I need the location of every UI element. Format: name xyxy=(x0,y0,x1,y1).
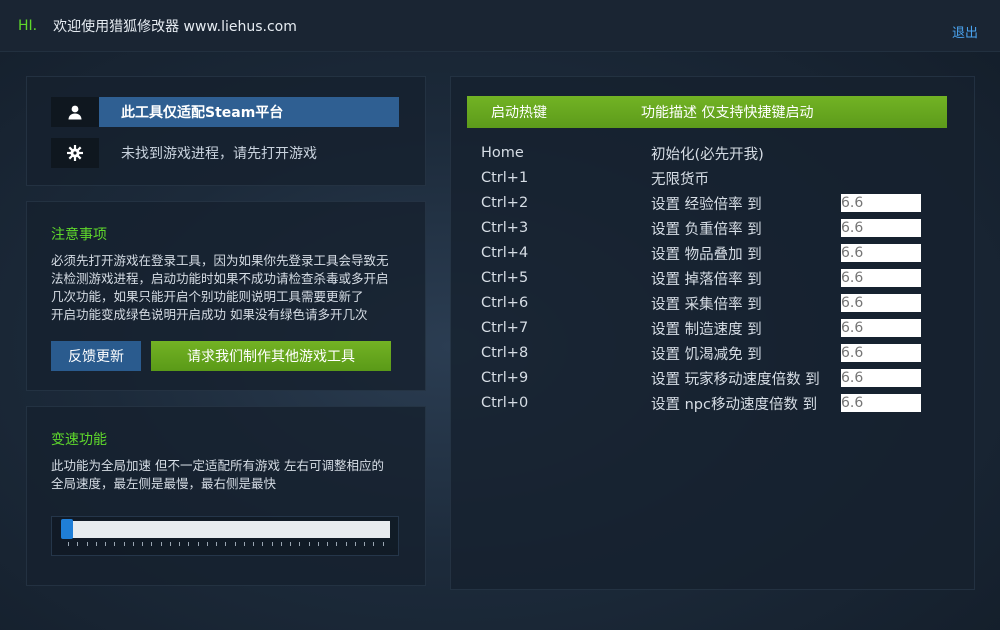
process-row: 未找到游戏进程，请先打开游戏 xyxy=(51,138,317,168)
header-description: 功能描述 仅支持快捷键启动 xyxy=(641,105,814,121)
hotkey-table-header: 启动热键 功能描述 仅支持快捷键启动 xyxy=(467,96,947,128)
notice-line: 必须先打开游戏在登录工具，因为如果你先登录工具会导致无 xyxy=(51,253,389,268)
user-icon xyxy=(51,97,99,127)
multiplier-input[interactable] xyxy=(841,394,921,412)
hotkey-row: Ctrl+0 设置 npc移动速度倍数 到 xyxy=(481,393,921,413)
multiplier-input[interactable] xyxy=(841,244,921,262)
hotkey-key: Ctrl+7 xyxy=(481,320,529,336)
notice-panel: 注意事项 必须先打开游戏在登录工具，因为如果你先登录工具会导致无 法检测游戏进程… xyxy=(26,201,426,391)
hotkey-description: 设置 物品叠加 到 xyxy=(651,246,762,263)
hotkey-key: Ctrl+6 xyxy=(481,295,529,311)
slider-track[interactable] xyxy=(62,521,390,538)
feedback-button[interactable]: 反馈更新 xyxy=(51,341,141,371)
speed-text: 此功能为全局加速 但不一定适配所有游戏 左右可调整相应的 全局速度，最左侧是最慢… xyxy=(51,457,411,493)
hotkey-description: 无限货币 xyxy=(651,171,709,188)
hotkey-key: Ctrl+0 xyxy=(481,395,529,411)
hotkey-description: 设置 玩家移动速度倍数 到 xyxy=(651,371,820,388)
multiplier-input[interactable] xyxy=(841,294,921,312)
hotkey-row: Home 初始化(必先开我) xyxy=(481,143,841,163)
hotkey-description: 设置 npc移动速度倍数 到 xyxy=(651,396,818,413)
notice-line: 几次功能，如果只能开启个别功能则说明工具需要更新了 xyxy=(51,289,364,304)
hotkey-description: 设置 掉落倍率 到 xyxy=(651,271,762,288)
title-bar: HI. 欢迎使用猎狐修改器 www.liehus.com 退出 xyxy=(0,0,1000,52)
hotkey-row: Ctrl+4 设置 物品叠加 到 xyxy=(481,243,921,263)
hotkey-description: 设置 采集倍率 到 xyxy=(651,296,762,313)
hotkey-row: Ctrl+1 无限货币 xyxy=(481,168,841,188)
hotkey-description: 设置 经验倍率 到 xyxy=(651,196,762,213)
speed-panel: 变速功能 此功能为全局加速 但不一定适配所有游戏 左右可调整相应的 全局速度，最… xyxy=(26,406,426,586)
multiplier-input[interactable] xyxy=(841,369,921,387)
hotkey-row: Ctrl+3 设置 负重倍率 到 xyxy=(481,218,921,238)
platform-label: 此工具仅适配Steam平台 xyxy=(99,97,399,127)
hotkey-row: Ctrl+9 设置 玩家移动速度倍数 到 xyxy=(481,368,921,388)
slider-thumb[interactable] xyxy=(61,519,73,539)
logout-link[interactable]: 退出 xyxy=(952,22,978,41)
notice-title: 注意事项 xyxy=(51,227,107,243)
hotkey-key: Ctrl+9 xyxy=(481,370,529,386)
multiplier-input[interactable] xyxy=(841,219,921,237)
hotkey-description: 设置 负重倍率 到 xyxy=(651,221,762,238)
hotkey-row: Ctrl+7 设置 制造速度 到 xyxy=(481,318,921,338)
hotkey-row: Ctrl+8 设置 饥渴减免 到 xyxy=(481,343,921,363)
notice-text: 必须先打开游戏在登录工具，因为如果你先登录工具会导致无 法检测游戏进程，启动功能… xyxy=(51,252,411,324)
slider-ticks xyxy=(68,542,384,548)
notice-line: 法检测游戏进程，启动功能时如果不成功请检查杀毒或多开启 xyxy=(51,271,389,286)
gear-icon xyxy=(51,138,99,168)
multiplier-input[interactable] xyxy=(841,194,921,212)
speed-line: 全局速度，最左侧是最慢，最右侧是最快 xyxy=(51,476,277,491)
speed-line: 此功能为全局加速 但不一定适配所有游戏 左右可调整相应的 xyxy=(51,458,384,473)
hotkey-row: Ctrl+6 设置 采集倍率 到 xyxy=(481,293,921,313)
multiplier-input[interactable] xyxy=(841,319,921,337)
hotkey-key: Ctrl+1 xyxy=(481,170,529,186)
hotkey-row: Ctrl+5 设置 掉落倍率 到 xyxy=(481,268,921,288)
hotkey-key: Home xyxy=(481,145,524,161)
platform-row: 此工具仅适配Steam平台 xyxy=(51,97,399,127)
hotkey-key: Ctrl+5 xyxy=(481,270,529,286)
hotkey-description: 初始化(必先开我) xyxy=(651,146,764,163)
notice-line: 开启功能变成绿色说明开启成功 如果没有绿色请多开几次 xyxy=(51,307,368,322)
header-hotkey: 启动热键 xyxy=(491,105,547,121)
multiplier-input[interactable] xyxy=(841,344,921,362)
process-status: 未找到游戏进程，请先打开游戏 xyxy=(121,146,317,162)
speed-title: 变速功能 xyxy=(51,432,107,448)
hotkey-panel: 启动热键 功能描述 仅支持快捷键启动 Home 初始化(必先开我) Ctrl+1 无限… xyxy=(450,76,975,590)
hotkey-key: Ctrl+8 xyxy=(481,345,529,361)
hotkey-description: 设置 饥渴减免 到 xyxy=(651,346,762,363)
hotkey-key: Ctrl+3 xyxy=(481,220,529,236)
hotkey-key: Ctrl+4 xyxy=(481,245,529,261)
welcome-text: 欢迎使用猎狐修改器 www.liehus.com xyxy=(53,18,297,35)
greeting-hi: HI. xyxy=(18,17,38,34)
hotkey-description: 设置 制造速度 到 xyxy=(651,321,762,338)
hotkey-row: Ctrl+2 设置 经验倍率 到 xyxy=(481,193,921,213)
request-tool-button[interactable]: 请求我们制作其他游戏工具 xyxy=(151,341,391,371)
multiplier-input[interactable] xyxy=(841,269,921,287)
speed-slider[interactable] xyxy=(51,516,399,556)
hotkey-key: Ctrl+2 xyxy=(481,195,529,211)
status-panel: 此工具仅适配Steam平台 未找到游戏进程，请先打开游戏 xyxy=(26,76,426,186)
